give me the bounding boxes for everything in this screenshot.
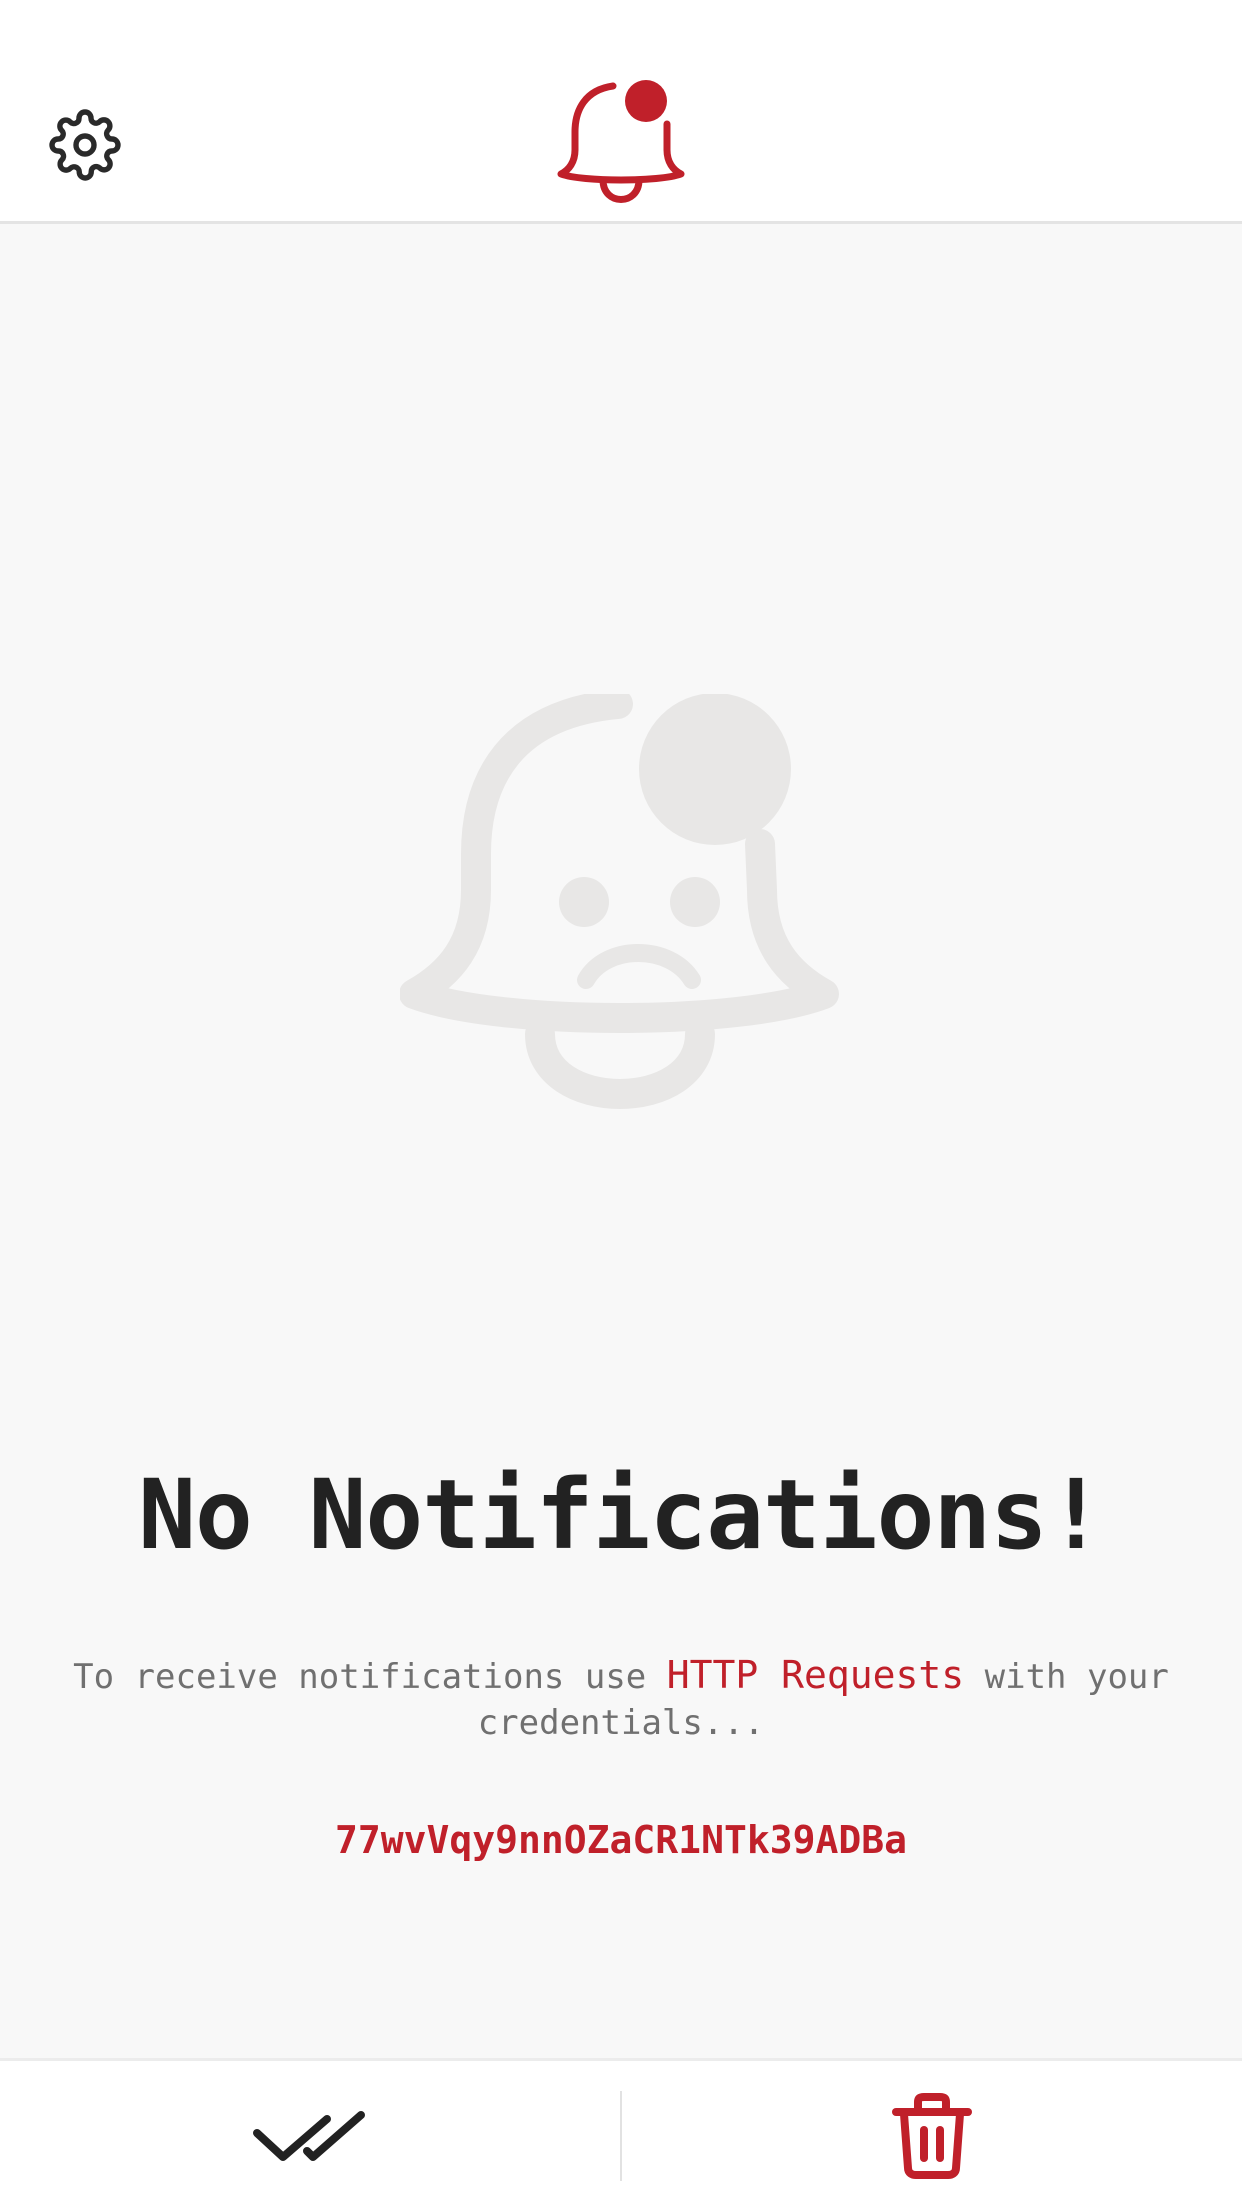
double-check-icon [253, 2111, 365, 2161]
bottom-action-bar [0, 2058, 1242, 2208]
credential-token: 77wvVqy9nnOZaCR1NTk39ADBa [335, 1818, 907, 1862]
empty-state-description: To receive notifications use HTTP Reques… [50, 1652, 1192, 1746]
app-header [0, 0, 1242, 224]
gear-icon [49, 109, 121, 181]
settings-button[interactable] [40, 100, 130, 190]
mark-all-read-button[interactable] [0, 2061, 620, 2208]
notifications-empty-state: No Notifications! To receive notificatio… [0, 224, 1242, 2058]
sad-bell-icon [400, 694, 839, 1109]
delete-all-button[interactable] [622, 2061, 1242, 2208]
http-requests-link[interactable]: HTTP Requests [667, 1653, 964, 1697]
empty-state-title: No Notifications! [138, 1459, 1105, 1571]
trash-icon [892, 2093, 972, 2179]
description-prefix: To receive notifications use [73, 1657, 667, 1697]
bell-icon [557, 80, 685, 203]
